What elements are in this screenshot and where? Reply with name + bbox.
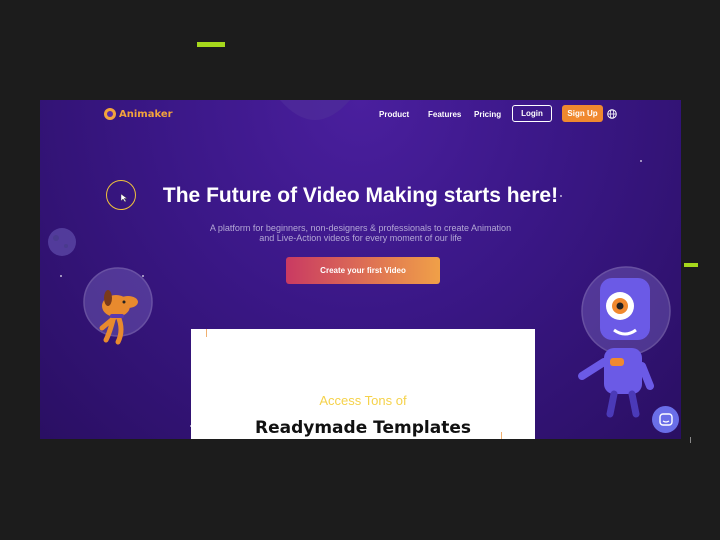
logo-icon: [104, 108, 116, 120]
templates-eyebrow: Access Tons of: [319, 393, 407, 408]
robot-astronaut-illustration: [578, 266, 671, 418]
hero-subtitle-line: A platform for beginners, non-designers …: [209, 223, 512, 233]
accent-bar-right: [684, 263, 698, 267]
panel-tick: [206, 329, 207, 337]
website-viewport: Animaker Product Features Pricing Login …: [40, 100, 681, 439]
login-button[interactable]: Login: [512, 105, 552, 122]
accent-bar-top: [197, 42, 225, 47]
templates-panel: Access Tons of Readymade Templates: [191, 329, 535, 439]
chat-widget-button[interactable]: [652, 406, 679, 433]
hero-title: The Future of Video Making starts here!: [162, 184, 559, 207]
signup-button[interactable]: Sign Up: [562, 105, 603, 122]
star: [60, 275, 62, 277]
nav-pricing[interactable]: Pricing: [474, 110, 501, 119]
chat-icon: [658, 412, 673, 426]
create-video-button[interactable]: Create your first Video: [286, 257, 440, 284]
small-planet-illustration: [48, 228, 76, 256]
brand-logo[interactable]: Animaker: [104, 108, 173, 120]
brand-name: Animaker: [119, 108, 173, 120]
frame-tick: [690, 437, 691, 443]
hero-subtitle: A platform for beginners, non-designers …: [200, 223, 521, 243]
hero-subtitle-line: and Live-Action videos for every moment …: [259, 233, 462, 243]
dog-astronaut-illustration: [83, 267, 153, 345]
globe-icon[interactable]: [607, 109, 617, 119]
planet-illustration: [280, 100, 350, 120]
nav-product[interactable]: Product: [379, 110, 409, 119]
templates-title: Readymade Templates: [255, 418, 471, 438]
nav-features[interactable]: Features: [428, 110, 461, 119]
star: [640, 160, 642, 162]
